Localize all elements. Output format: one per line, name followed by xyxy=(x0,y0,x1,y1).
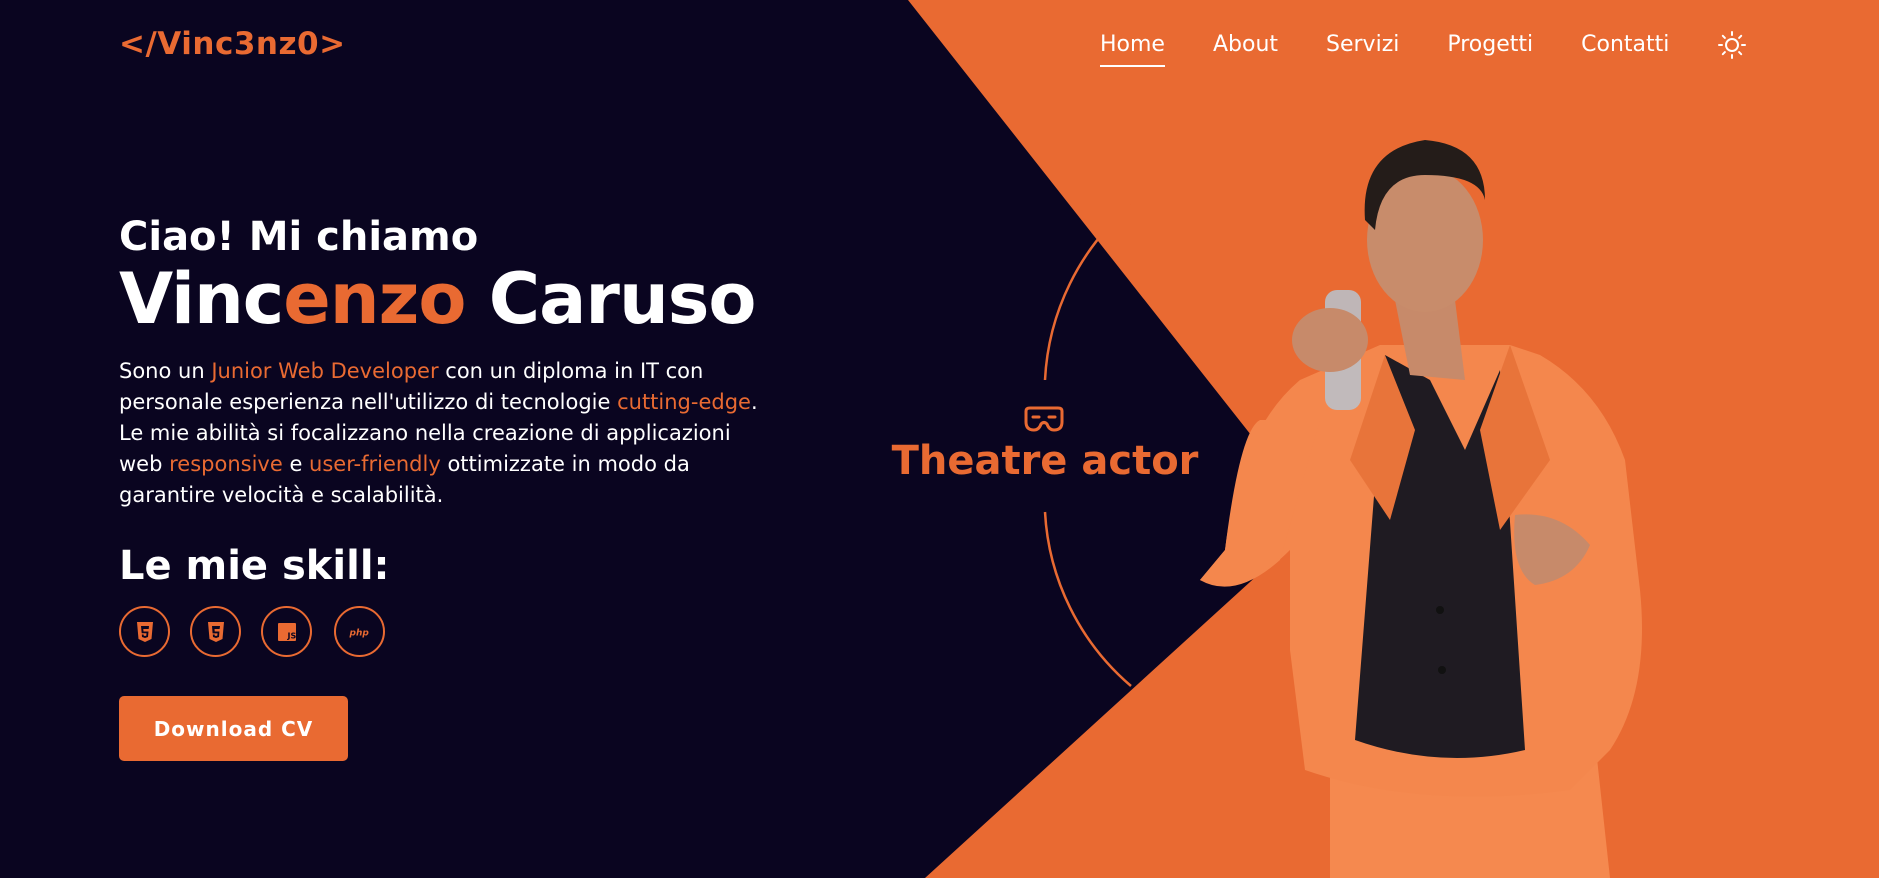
role-label: Theatre actor xyxy=(891,438,1199,484)
profile-photo xyxy=(1200,140,1642,878)
theatre-mask-icon xyxy=(1024,406,1064,432)
